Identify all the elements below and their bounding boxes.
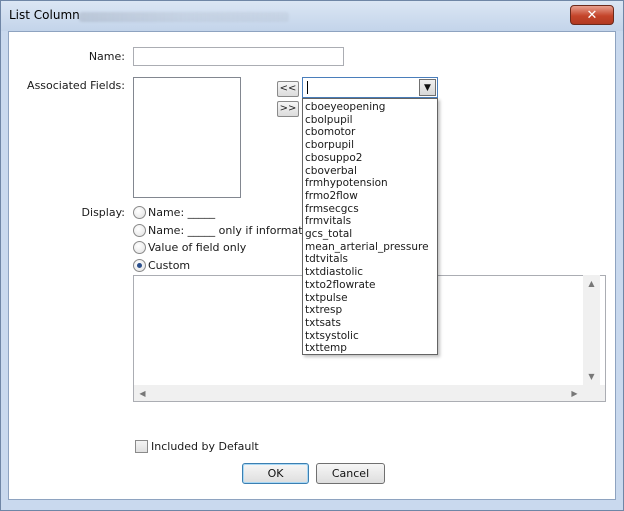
dropdown-option[interactable]: frmsecgcs: [303, 203, 437, 216]
dropdown-option[interactable]: cboverbal: [303, 165, 437, 178]
field-dropdown-list[interactable]: cboeyeopening cbolpupil cbomotor cborpupil c…: [302, 98, 438, 355]
add-field-button[interactable]: <<: [277, 81, 299, 97]
list-column-dialog: List Column ✕ Name: Associated Fields: <…: [0, 0, 624, 511]
dropdown-arrow-button[interactable]: ▼: [419, 79, 436, 96]
dropdown-option[interactable]: gcs_total: [303, 228, 437, 241]
dropdown-option[interactable]: frmhypotension: [303, 177, 437, 190]
vertical-scrollbar[interactable]: ▲ ▼: [583, 275, 600, 385]
field-combobox[interactable]: ▼: [302, 77, 438, 98]
close-button[interactable]: ✕: [570, 5, 614, 25]
radio-value-only[interactable]: [133, 240, 146, 254]
radio-name[interactable]: [133, 205, 146, 219]
radio-custom[interactable]: [133, 258, 146, 272]
display-option-label: Custom: [148, 258, 191, 272]
display-option-label: Value of field only: [148, 240, 247, 254]
cancel-button[interactable]: Cancel: [316, 463, 385, 484]
radio-name-if-info[interactable]: [133, 223, 146, 237]
display-option-custom[interactable]: Custom: [133, 257, 190, 273]
display-option-value-only[interactable]: Value of field only: [133, 239, 246, 255]
ok-button[interactable]: OK: [242, 463, 309, 484]
display-option-label: Name: _____: [148, 205, 216, 219]
dropdown-option[interactable]: cbosuppo2: [303, 152, 437, 165]
dropdown-option[interactable]: cboeyeopening: [303, 101, 437, 114]
included-by-default-checkbox[interactable]: [135, 440, 148, 453]
associated-fields-list[interactable]: [133, 77, 241, 198]
name-input[interactable]: [133, 47, 344, 66]
dropdown-option[interactable]: txtdiastolic: [303, 266, 437, 279]
dropdown-option[interactable]: txtsystolic: [303, 330, 437, 343]
display-label: Display:: [81, 206, 125, 219]
dropdown-option[interactable]: txtsats: [303, 317, 437, 330]
scroll-up-icon[interactable]: ▲: [583, 275, 600, 292]
display-option-label: Name: _____ only if information i: [148, 223, 326, 237]
dropdown-option[interactable]: txtresp: [303, 304, 437, 317]
scroll-right-icon[interactable]: ▶: [566, 385, 583, 402]
name-label: Name:: [88, 50, 125, 63]
dropdown-option[interactable]: txto2flowrate: [303, 279, 437, 292]
display-option-name-if-info[interactable]: Name: _____ only if information i: [133, 222, 326, 238]
display-option-name[interactable]: Name: _____: [133, 204, 215, 220]
scrollbar-corner: [583, 385, 606, 402]
dropdown-option[interactable]: frmvitals: [303, 215, 437, 228]
chevron-down-icon: ▼: [424, 82, 431, 93]
dropdown-option[interactable]: frmo2flow: [303, 190, 437, 203]
dropdown-option[interactable]: txtpulse: [303, 292, 437, 305]
blurred-title-text: [79, 12, 289, 22]
dropdown-option[interactable]: cbomotor: [303, 126, 437, 139]
dropdown-option[interactable]: mean_arterial_pressure: [303, 241, 437, 254]
window-title: List Column: [9, 8, 80, 22]
dropdown-option[interactable]: cbolpupil: [303, 114, 437, 127]
text-cursor: [307, 81, 308, 94]
scroll-down-icon[interactable]: ▼: [583, 368, 600, 385]
dropdown-option[interactable]: txttemp: [303, 342, 437, 355]
included-by-default-label: Included by Default: [151, 440, 259, 453]
dialog-body: Name: Associated Fields: << >> ▼ Display…: [8, 31, 616, 500]
horizontal-scrollbar[interactable]: ◀ ▶: [133, 385, 583, 402]
scroll-left-icon[interactable]: ◀: [134, 385, 151, 402]
title-bar[interactable]: List Column ✕: [1, 1, 623, 31]
dropdown-option[interactable]: cborpupil: [303, 139, 437, 152]
close-icon: ✕: [586, 7, 598, 23]
dropdown-option[interactable]: tdtvitals: [303, 253, 437, 266]
remove-field-button[interactable]: >>: [277, 101, 299, 117]
associated-fields-label: Associated Fields:: [27, 79, 125, 92]
